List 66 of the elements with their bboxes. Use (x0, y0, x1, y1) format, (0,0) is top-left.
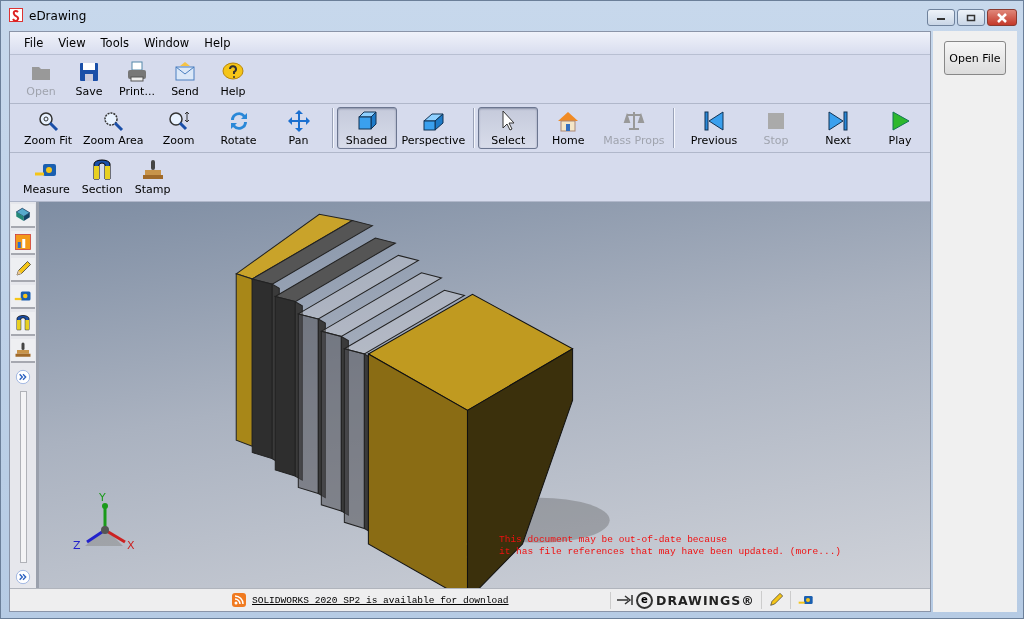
toolbar-button[interactable]: Perspective (396, 107, 471, 149)
toolbar-button[interactable]: Zoom (148, 107, 209, 149)
logo-text: DRAWINGS® (656, 592, 755, 608)
skip-back-icon (702, 109, 726, 133)
toolbar-button[interactable]: Shaded (336, 107, 397, 149)
arrow-icon (617, 595, 633, 605)
zoom-fit-icon (36, 109, 60, 133)
side-tool-button[interactable] (11, 339, 35, 363)
open-file-button[interactable]: Open File (944, 41, 1006, 75)
minimize-button[interactable] (927, 9, 955, 26)
expand-icon[interactable] (15, 569, 31, 585)
toolbar-button[interactable]: Zoom Area (78, 107, 149, 149)
stamp-icon (14, 341, 32, 359)
toolbar-button[interactable]: Home (538, 107, 599, 149)
toolbar-button[interactable]: Section (76, 156, 128, 198)
side-tool-button[interactable] (11, 231, 35, 255)
axis-label: Z (73, 540, 81, 551)
toolbar-button[interactable]: Help (210, 58, 256, 100)
toolbar-button[interactable]: Save (66, 58, 112, 100)
toolbar-button[interactable]: Stamp (129, 156, 176, 198)
menu-item[interactable]: View (58, 36, 86, 50)
axis-label: Y (99, 492, 106, 503)
toolbar-button[interactable]: Print... (114, 58, 160, 100)
pencil-icon[interactable] (767, 592, 784, 608)
chart-icon (14, 233, 32, 251)
toolbar-button[interactable]: Pan (268, 107, 329, 149)
printer-icon (125, 60, 149, 84)
model-icon (14, 206, 32, 224)
toolbar-button[interactable]: Select (478, 107, 539, 149)
menu-item[interactable]: File (24, 36, 44, 50)
expand-icon[interactable] (15, 369, 31, 385)
close-icon (996, 12, 1008, 23)
logo-mark: e (636, 591, 653, 609)
warning-text: This document may be out-of-date because (499, 534, 729, 546)
window-title: eDrawing (29, 9, 87, 23)
menu-item[interactable]: Window (143, 36, 190, 50)
close-button[interactable] (987, 9, 1017, 26)
toolbar-button[interactable]: Measure (18, 156, 75, 198)
side-tool-button[interactable] (11, 285, 35, 309)
scale-icon (621, 109, 646, 133)
skip-forward-icon (826, 109, 850, 133)
envelope-icon (173, 60, 197, 84)
axis-label: X (127, 540, 135, 551)
menu-item[interactable]: Help (204, 36, 231, 50)
stamp-icon (140, 158, 165, 182)
toolbar-button[interactable]: Zoom Fit (18, 107, 78, 149)
side-tool-button[interactable] (11, 312, 35, 336)
toolbar-button[interactable]: Next (808, 107, 868, 149)
zoom-icon (166, 109, 191, 133)
pencil-icon (14, 260, 32, 278)
toolbar-button[interactable]: Send (162, 58, 208, 100)
side-tool-button[interactable] (11, 204, 35, 228)
section-icon (14, 314, 32, 332)
toolbar-button[interactable]: Rotate (208, 107, 269, 149)
toolbar-button[interactable]: Play (870, 107, 930, 149)
warning-text: it has file references that may have been updated. (more...) (499, 546, 842, 558)
menu-item[interactable]: Tools (100, 36, 129, 50)
toolbar-button[interactable]: Previous (684, 107, 744, 149)
maximize-button[interactable] (957, 9, 985, 26)
app-logo-icon (9, 7, 23, 25)
update-link[interactable]: SOLIDWORKS 2020 SP2 is available for download (252, 594, 604, 606)
maximize-icon (966, 13, 976, 22)
side-tool-button[interactable] (11, 258, 35, 282)
zoom-area-icon (101, 109, 126, 133)
pan-icon (286, 109, 311, 133)
rss-icon (232, 593, 246, 607)
